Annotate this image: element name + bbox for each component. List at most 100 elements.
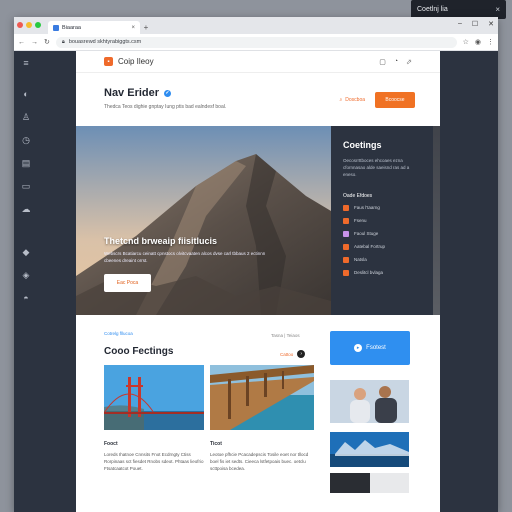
banner-edge: [433, 126, 440, 315]
close-dot[interactable]: [17, 22, 23, 28]
window-controls: – ☐ ✕: [458, 20, 494, 28]
card-text: Leotoe pfhcie Pcacadepscis Tosile eoet n…: [210, 452, 309, 472]
card-title: Ticot: [210, 441, 222, 447]
notification-text: Coetlnj lia: [417, 6, 448, 13]
panel-item-label: Aatebal Fortrup: [354, 244, 386, 250]
article-card[interactable]: Fooct Loreds Ihatnoe Cnnsits Fnot Ecdrng…: [104, 365, 204, 473]
browser-window: Biaaraa × + – ☐ ✕ ← → ↻ 🔒︎ bouasrewd skh…: [14, 17, 498, 512]
side-button-label: Fsotest: [366, 345, 386, 351]
panel-item[interactable]: Aatebal Fortrup: [343, 243, 421, 250]
close-icon[interactable]: ×: [495, 5, 500, 14]
panel-item[interactable]: Natsla: [343, 256, 421, 263]
calendar-icon[interactable]: ▢: [379, 58, 386, 66]
minimize-dot[interactable]: [26, 22, 32, 28]
tab-title: Biaaraa: [62, 24, 81, 31]
arrow-right-icon: ›: [297, 350, 306, 358]
panel-item[interactable]: Fsenu: [343, 217, 421, 224]
item-icon: [343, 243, 349, 250]
panel-item[interactable]: Faoul Stuge: [343, 230, 421, 237]
item-icon: [343, 256, 349, 263]
card-text: Loreds Ihatnoe Cnnsits Fnot Ecdrngty Cti…: [104, 452, 204, 472]
item-icon: [343, 217, 349, 224]
hero-title: Nav Erider: [104, 87, 160, 99]
bell-icon[interactable]: ◔: [394, 58, 398, 66]
maximize-icon[interactable]: ☐: [472, 20, 478, 28]
banner-description: Webscrs Bcatiarcu ceinatt cpnstocs olvit…: [104, 251, 266, 263]
user-icon[interactable]: ♙: [20, 111, 32, 123]
drop-icon[interactable]: ◆: [20, 246, 32, 258]
mountain-image: Thetcnd brweaip fiisitlucis Webscrs Bcat…: [76, 126, 331, 315]
reload-icon[interactable]: ↻: [44, 38, 50, 46]
people-image: [330, 380, 409, 423]
article-card[interactable]: Ticot Leotoe pfhcie Pcacadepscis Tosile …: [210, 365, 314, 473]
window-dots: [17, 22, 41, 28]
hero-section: Nav Erider ✓ Thedca Teos dighie gnptay I…: [76, 73, 440, 126]
section-meta[interactable]: Tasna | Teiaos: [271, 333, 300, 338]
chat-icon[interactable]: ▭: [20, 180, 32, 192]
forward-icon[interactable]: →: [31, 39, 38, 46]
maximize-dot[interactable]: [35, 22, 41, 28]
banner-title: Thetcnd brweaip fiisitlucis: [104, 236, 218, 246]
item-icon: [343, 204, 349, 211]
section-link[interactable]: Cattoo ›: [280, 350, 306, 358]
panel-item-label: Faoul Stuge: [354, 231, 379, 237]
panel-item-label: Faus l'taarng: [354, 205, 380, 211]
thumb-image: [330, 473, 409, 493]
tab-bar: Biaaraa × + – ☐ ✕: [14, 17, 498, 34]
panel-subtitle: Oade Efdoes: [343, 192, 373, 199]
app-sidebar: ≡ ◐ ♙ ◷ ▤ ▭ ☁ ◆ ◈ ◓: [14, 51, 76, 512]
back-icon[interactable]: ←: [18, 39, 25, 46]
brand-name[interactable]: Coip Ileoy: [118, 57, 154, 66]
web-page: ▪ Coip Ileoy ▢ ◔ ⬀ Nav Erider ✓ Thedca T…: [76, 51, 440, 512]
brand-logo-icon[interactable]: ▪: [104, 57, 113, 66]
minimize-icon[interactable]: –: [458, 20, 462, 28]
notifications-icon[interactable]: ⬀: [406, 58, 412, 66]
panel-item-label: Natsla: [354, 257, 367, 263]
section-link-label: Cattoo: [280, 351, 294, 357]
cloud-icon[interactable]: ☁: [20, 203, 32, 215]
side-column: ▸ Fsotest: [330, 331, 410, 493]
panel-item[interactable]: Deslitcl bvlaga: [343, 269, 421, 276]
favicon-icon: [53, 24, 59, 31]
address-bar[interactable]: 🔒︎ bouasrewd skhtyrabiggts.csm: [55, 36, 457, 48]
item-icon: [343, 269, 349, 276]
lock-icon: 🔒︎: [61, 38, 65, 45]
city-image: [330, 432, 409, 467]
item-icon: [343, 230, 349, 237]
feature-banner: Thetcnd brweaip fiisitlucis Webscrs Bcat…: [76, 126, 440, 315]
globe-icon[interactable]: ◐: [20, 88, 32, 100]
card-title: Fooct: [104, 441, 118, 447]
hero-cta-button[interactable]: Bcoocse: [375, 92, 415, 108]
play-icon: ▸: [354, 344, 363, 352]
pier-image: [210, 365, 314, 430]
grid-icon[interactable]: ▤: [20, 157, 32, 169]
tab-close-icon[interactable]: ×: [131, 25, 135, 31]
bridge-image: [104, 365, 204, 430]
close-window-icon[interactable]: ✕: [488, 20, 494, 28]
hero-link[interactable]: ⌕ Doscboa: [339, 97, 365, 103]
address-text: bouasrewd skhtyrabiggts.csm: [68, 39, 142, 45]
panel-description: Oecosrrttboces ehcoaes ezna cfornnasao a…: [343, 158, 410, 178]
verified-icon: ✓: [164, 89, 172, 97]
bookmark-icon[interactable]: ☆: [463, 38, 469, 46]
banner-button[interactable]: Eac Poca: [104, 273, 151, 292]
share-icon[interactable]: ◈: [20, 269, 32, 281]
settings-panel: Coetings Oecosrrttboces ehcoaes ezna cfo…: [331, 126, 433, 315]
side-button[interactable]: ▸ Fsotest: [330, 331, 410, 365]
panel-item-label: Fsenu: [354, 218, 367, 224]
new-tab-button[interactable]: +: [140, 21, 152, 34]
leaf-icon[interactable]: ◓: [20, 292, 32, 304]
hero-link-label: Doscboa: [345, 97, 365, 103]
panel-title: Coetings: [343, 140, 382, 150]
search-icon: ⌕: [339, 97, 343, 103]
clock-icon[interactable]: ◷: [20, 134, 32, 146]
right-gutter: [440, 51, 498, 512]
page-header: ▪ Coip Ileoy ▢ ◔ ⬀: [76, 51, 440, 73]
content-section: Cotrelg fllucoa Tasna | Teiaos Cooo Fect…: [76, 315, 440, 493]
browser-toolbar: ← → ↻ 🔒︎ bouasrewd skhtyrabiggts.csm ☆ ◉…: [14, 34, 498, 51]
browser-tab[interactable]: Biaaraa ×: [48, 21, 140, 34]
panel-item[interactable]: Faus l'taarng: [343, 204, 421, 211]
hamburger-icon[interactable]: ≡: [20, 57, 32, 69]
menu-icon[interactable]: ⋮: [487, 38, 494, 46]
extensions-icon[interactable]: ◉: [475, 38, 481, 46]
